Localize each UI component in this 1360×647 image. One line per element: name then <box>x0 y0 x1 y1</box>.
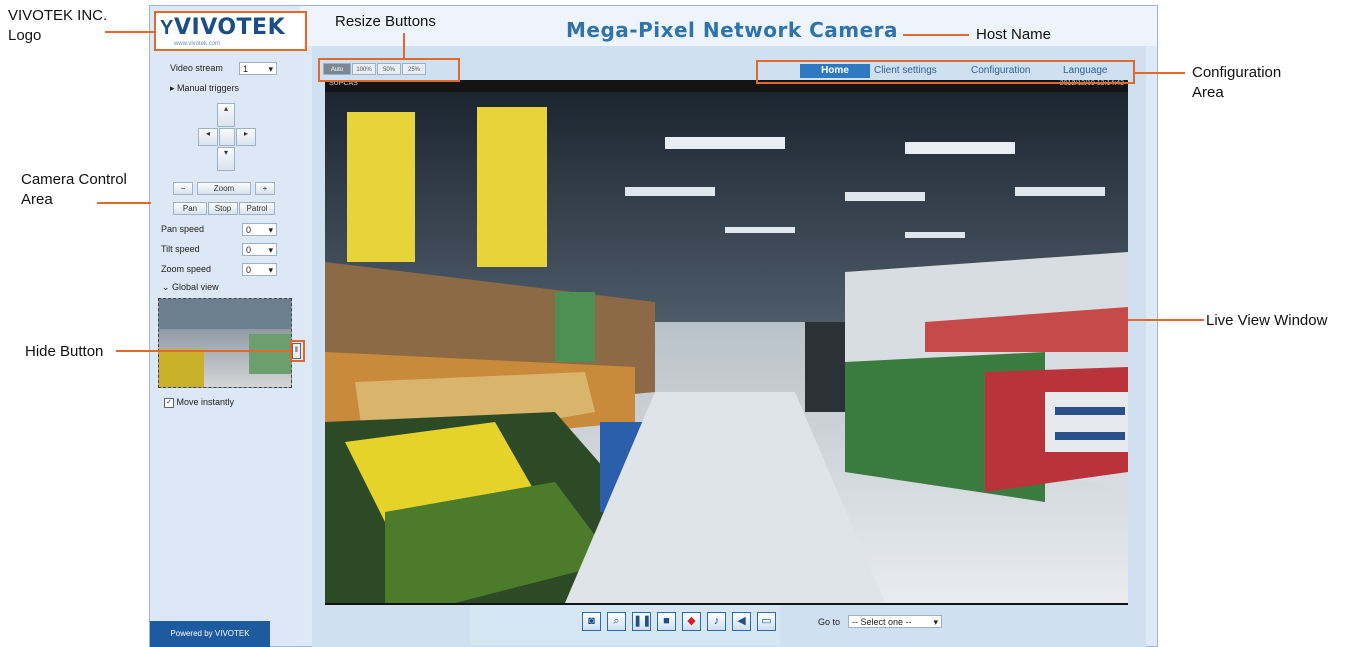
pan-speed-label: Pan speed <box>161 224 205 234</box>
annotation-camera-control: Camera Control Area <box>21 171 127 208</box>
tilt-speed-label: Tilt speed <box>161 244 200 254</box>
pause-icon: ❚❚ <box>633 615 652 627</box>
pan-right-button[interactable]: ▸ <box>236 128 256 146</box>
chevron-down-icon: ▾ <box>268 265 273 275</box>
patrol-button[interactable]: Patrol <box>239 202 275 215</box>
annotation-line-logo <box>105 31 155 33</box>
digital-zoom-button[interactable]: ⌕ <box>607 612 626 631</box>
tilt-speed-select[interactable]: 0 ▾ <box>242 243 277 256</box>
annotation-live-view: Live View Window <box>1206 312 1328 329</box>
arrow-left-icon: ◂ <box>205 129 210 138</box>
video-stream-label: Video stream <box>170 63 223 73</box>
video-stream-select[interactable]: 1 ▾ <box>239 62 277 75</box>
annotation-box-hide <box>290 340 305 362</box>
annotation-box-logo <box>154 11 307 51</box>
goto-label: Go to <box>818 617 841 627</box>
volume-icon: ♪ <box>713 615 720 627</box>
pan-left-button[interactable]: ◂ <box>198 128 218 146</box>
chevron-down-icon: ⌄ <box>162 282 173 292</box>
record-icon: ◆ <box>687 615 696 627</box>
chevron-down-icon: ▾ <box>933 617 938 627</box>
live-view-window[interactable] <box>325 92 1128 603</box>
annotation-line-host <box>903 34 969 36</box>
annotation-line-config <box>1135 72 1185 74</box>
stop-video-button[interactable]: ■ <box>657 612 676 631</box>
arrow-up-icon: ▴ <box>223 104 228 113</box>
talk-button[interactable]: ◀ <box>732 612 751 631</box>
zoom-speed-select[interactable]: 0 ▾ <box>242 263 277 276</box>
tilt-down-button[interactable]: ▾ <box>217 147 235 171</box>
annotation-line-resize <box>403 33 405 60</box>
tilt-up-button[interactable]: ▴ <box>217 103 235 127</box>
arrow-down-icon: ▾ <box>223 148 228 157</box>
annotation-box-config <box>756 60 1135 84</box>
stop-icon: ■ <box>663 615 670 627</box>
speaker-icon: ◀ <box>737 615 746 627</box>
zoom-out-button[interactable]: − <box>173 182 193 195</box>
full-screen-button[interactable]: ▭ <box>757 612 776 631</box>
stop-button[interactable]: Stop <box>208 202 238 215</box>
fullscreen-icon: ▭ <box>761 615 772 627</box>
zoom-speed-label: Zoom speed <box>161 264 212 274</box>
record-button[interactable]: ◆ <box>682 612 701 631</box>
annotation-hide: Hide Button <box>25 343 104 360</box>
zoom-label: Zoom <box>197 182 251 195</box>
magnifier-icon: ⌕ <box>613 615 620 627</box>
powered-by-badge: Powered by VIVOTEK <box>150 621 270 647</box>
chevron-down-icon: ▾ <box>268 245 273 255</box>
snapshot-button[interactable]: ◙ <box>582 612 601 631</box>
manual-triggers-toggle[interactable]: ▸ Manual triggers <box>170 83 239 94</box>
pan-button[interactable]: Pan <box>173 202 207 215</box>
global-view-toggle[interactable]: ⌄ Global view <box>162 282 219 293</box>
host-name: Mega-Pixel Network Camera <box>566 18 899 42</box>
global-view-thumbnail[interactable] <box>158 298 292 388</box>
annotation-host-name: Host Name <box>976 26 1052 43</box>
annotation-logo: VIVOTEK INC. Logo <box>8 7 108 44</box>
live-video-frame <box>325 92 1128 603</box>
zoom-in-button[interactable]: + <box>255 182 275 195</box>
home-button[interactable] <box>219 128 235 146</box>
annotation-box-resize <box>318 58 460 82</box>
pause-button[interactable]: ❚❚ <box>632 612 651 631</box>
checkbox-icon[interactable]: ✓ <box>164 397 174 408</box>
chevron-down-icon: ▾ <box>268 225 273 235</box>
annotation-line-hide <box>116 350 292 352</box>
camera-icon: ◙ <box>588 615 595 627</box>
annotation-config: Configuration Area <box>1192 64 1282 101</box>
chevron-down-icon: ▾ <box>268 64 273 74</box>
goto-select[interactable]: -- Select one -- ▾ <box>848 615 942 628</box>
volume-button[interactable]: ♪ <box>707 612 726 631</box>
pan-speed-select[interactable]: 0 ▾ <box>242 223 277 236</box>
annotation-line-live <box>1128 319 1204 321</box>
chevron-right-icon: ▸ <box>170 83 178 93</box>
annotation-line-camera <box>97 202 151 204</box>
annotation-resize: Resize Buttons <box>335 13 436 30</box>
arrow-right-icon: ▸ <box>243 129 248 138</box>
move-instantly-option[interactable]: ✓ Move instantly <box>164 397 234 408</box>
